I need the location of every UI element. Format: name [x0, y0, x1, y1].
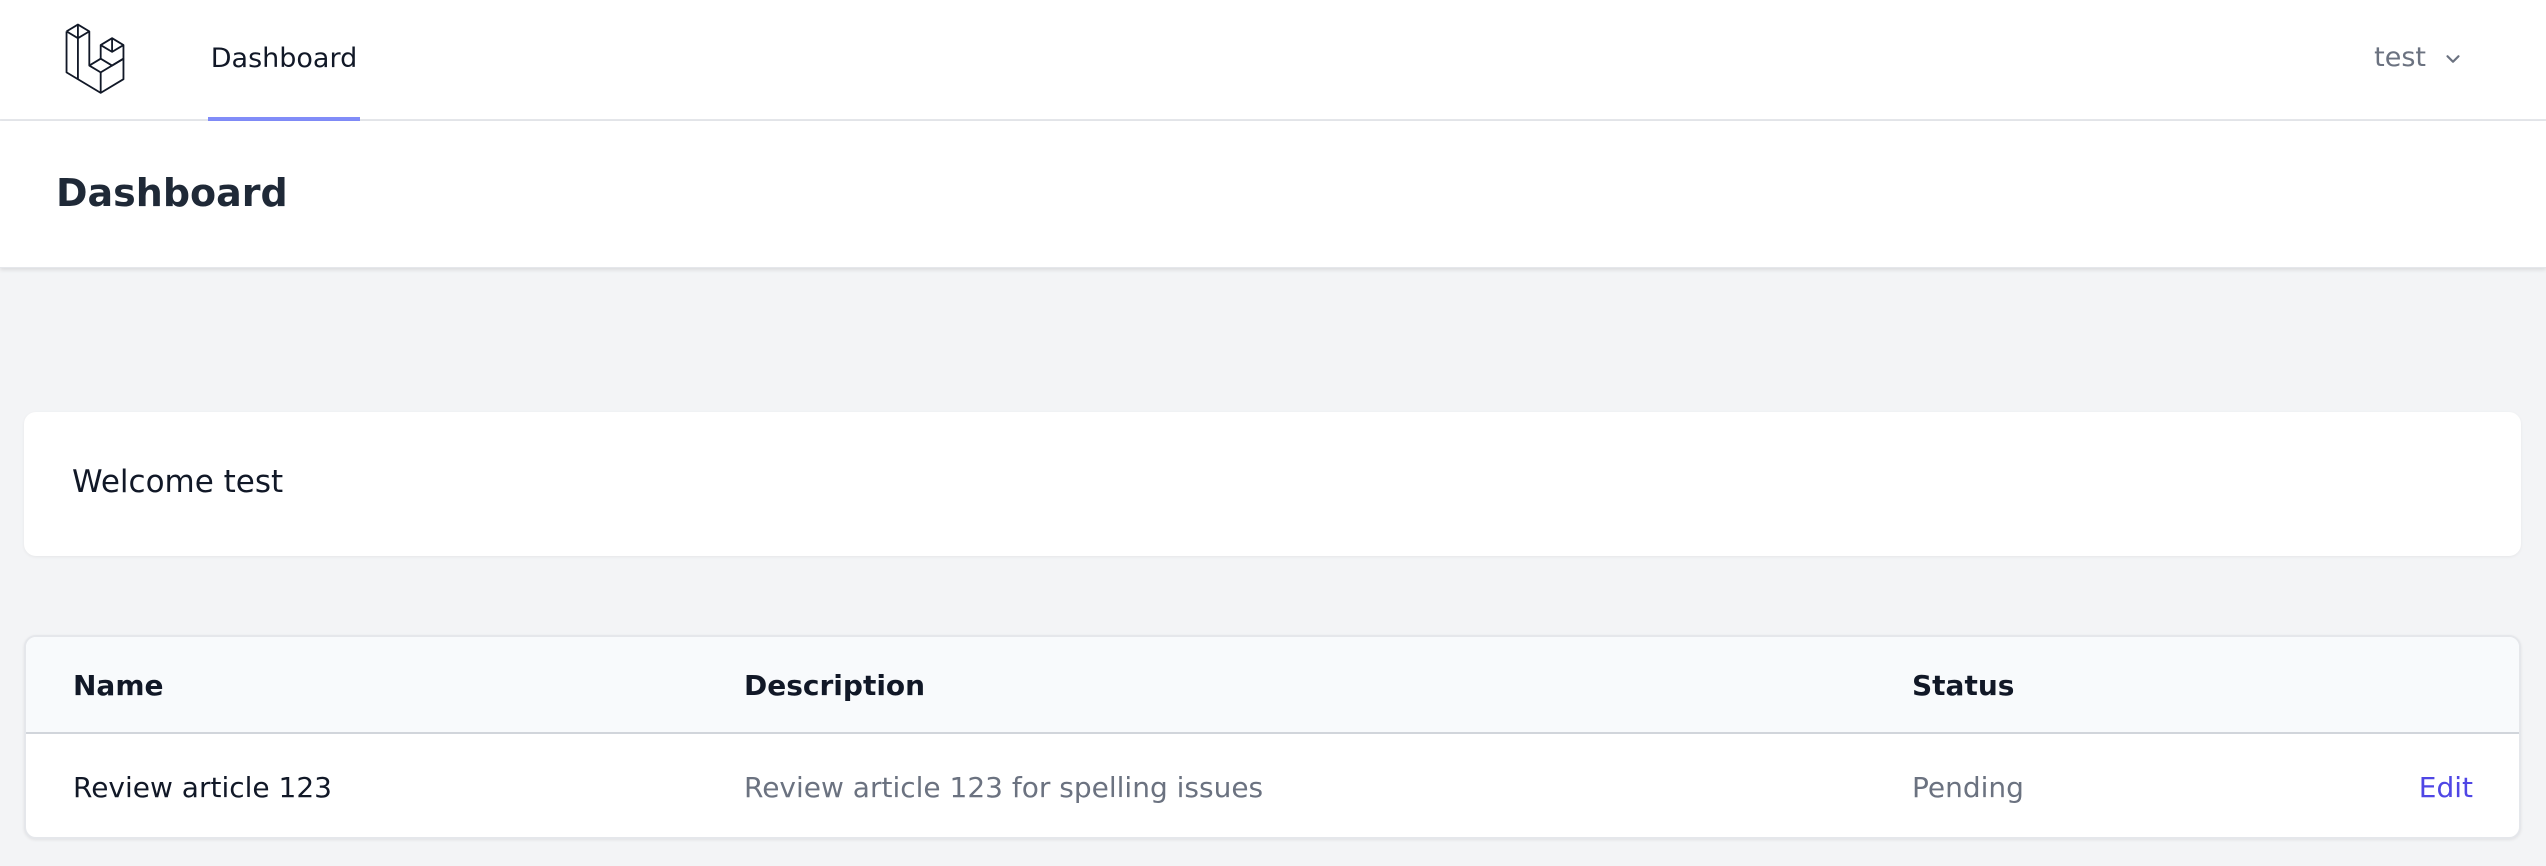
cell-description: Review article 123 for spelling issues: [744, 771, 1264, 804]
page-title: Dashboard: [56, 171, 288, 215]
user-name: test: [2374, 41, 2426, 73]
table-row: Review article 123 Review article 123 fo…: [26, 736, 2519, 837]
laravel-logo-icon[interactable]: [58, 20, 132, 94]
table-header: Name Description Status: [26, 637, 2519, 734]
cell-name: Review article 123: [73, 771, 332, 804]
user-menu-trigger[interactable]: test: [2374, 0, 2464, 114]
welcome-message: Welcome test: [72, 464, 284, 500]
column-header-description: Description: [744, 669, 926, 702]
column-header-name: Name: [73, 669, 164, 702]
cell-status: Pending: [1912, 771, 2024, 804]
tasks-table: Name Description Status Review article 1…: [24, 635, 2521, 839]
welcome-card: Welcome test: [24, 412, 2521, 556]
column-header-status: Status: [1912, 669, 2015, 702]
top-navigation: Dashboard test: [0, 0, 2546, 121]
chevron-down-icon: [2442, 46, 2464, 68]
nav-link-dashboard[interactable]: Dashboard: [208, 0, 360, 121]
edit-link[interactable]: Edit: [2419, 736, 2473, 837]
page-header: Dashboard: [0, 121, 2546, 268]
